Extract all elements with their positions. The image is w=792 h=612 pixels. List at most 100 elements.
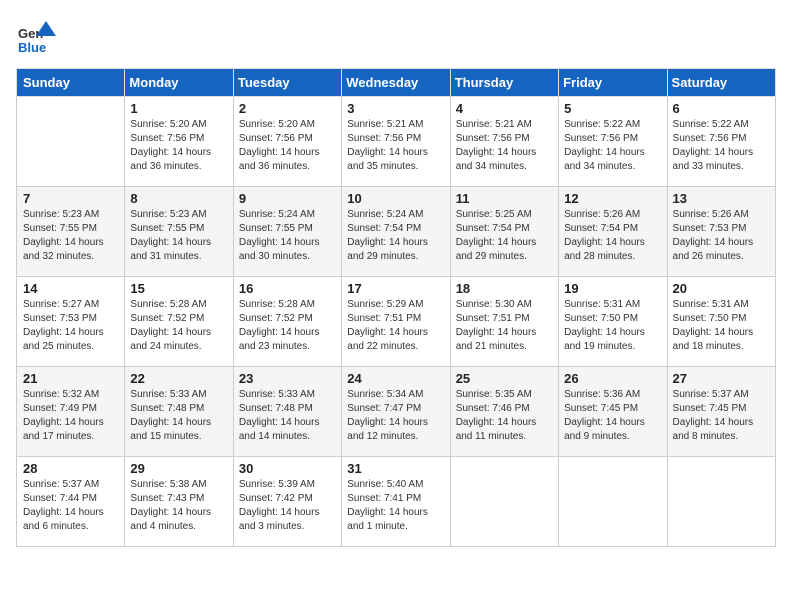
weekday-header-sunday: Sunday — [17, 69, 125, 97]
day-number: 19 — [564, 281, 661, 296]
day-info: Sunrise: 5:26 AMSunset: 7:53 PMDaylight:… — [673, 208, 770, 264]
day-info: Sunrise: 5:21 AMSunset: 7:56 PMDaylight:… — [456, 118, 553, 174]
day-number: 21 — [23, 371, 119, 386]
logo-icon: Gen Blue — [16, 16, 56, 56]
calendar-cell: 16 Sunrise: 5:28 AMSunset: 7:52 PMDayligh… — [233, 277, 341, 367]
day-info: Sunrise: 5:30 AMSunset: 7:51 PMDaylight:… — [456, 298, 553, 354]
calendar-cell: 20 Sunrise: 5:31 AMSunset: 7:50 PMDayligh… — [667, 277, 775, 367]
weekday-header-friday: Friday — [559, 69, 667, 97]
day-info: Sunrise: 5:37 AMSunset: 7:44 PMDaylight:… — [23, 478, 119, 534]
calendar-cell: 2 Sunrise: 5:20 AMSunset: 7:56 PMDaylight… — [233, 97, 341, 187]
day-info: Sunrise: 5:23 AMSunset: 7:55 PMDaylight:… — [130, 208, 227, 264]
calendar-week-4: 21 Sunrise: 5:32 AMSunset: 7:49 PMDayligh… — [17, 367, 776, 457]
calendar-cell: 6Sunrise: 5:22 AMSunset: 7:56 PMDaylight… — [667, 97, 775, 187]
weekday-header-wednesday: Wednesday — [342, 69, 450, 97]
day-number: 9 — [239, 191, 336, 206]
day-number: 20 — [673, 281, 770, 296]
day-info: Sunrise: 5:20 AMSunset: 7:56 PMDaylight:… — [130, 118, 227, 174]
calendar-cell: 3 Sunrise: 5:21 AMSunset: 7:56 PMDaylight… — [342, 97, 450, 187]
day-number: 1 — [130, 101, 227, 116]
calendar-cell: 10Sunrise: 5:24 AMSunset: 7:54 PMDayligh… — [342, 187, 450, 277]
day-number: 4 — [456, 101, 553, 116]
day-number: 6 — [673, 101, 770, 116]
page-header: Gen Blue — [16, 16, 776, 56]
calendar-cell: 27 Sunrise: 5:37 AMSunset: 7:45 PMDayligh… — [667, 367, 775, 457]
calendar-cell: 17Sunrise: 5:29 AMSunset: 7:51 PMDayligh… — [342, 277, 450, 367]
calendar-cell: 7Sunrise: 5:23 AMSunset: 7:55 PMDaylight… — [17, 187, 125, 277]
weekday-header-tuesday: Tuesday — [233, 69, 341, 97]
day-number: 2 — [239, 101, 336, 116]
day-number: 10 — [347, 191, 444, 206]
day-number: 30 — [239, 461, 336, 476]
calendar-week-3: 14Sunrise: 5:27 AMSunset: 7:53 PMDayligh… — [17, 277, 776, 367]
calendar-cell: 24 Sunrise: 5:34 AMSunset: 7:47 PMDayligh… — [342, 367, 450, 457]
svg-text:Blue: Blue — [18, 40, 46, 55]
day-number: 11 — [456, 191, 553, 206]
day-info: Sunrise: 5:38 AMSunset: 7:43 PMDaylight:… — [130, 478, 227, 534]
day-info: Sunrise: 5:31 AMSunset: 7:50 PMDaylight:… — [673, 298, 770, 354]
weekday-header-row: SundayMondayTuesdayWednesdayThursdayFrid… — [17, 69, 776, 97]
calendar-week-1: 1 Sunrise: 5:20 AMSunset: 7:56 PMDaylight… — [17, 97, 776, 187]
calendar-cell: 29 Sunrise: 5:38 AMSunset: 7:43 PMDayligh… — [125, 457, 233, 547]
calendar-cell: 26 Sunrise: 5:36 AMSunset: 7:45 PMDayligh… — [559, 367, 667, 457]
day-number: 31 — [347, 461, 444, 476]
day-number: 22 — [130, 371, 227, 386]
calendar-cell: 8 Sunrise: 5:23 AMSunset: 7:55 PMDaylight… — [125, 187, 233, 277]
calendar-cell: 18Sunrise: 5:30 AMSunset: 7:51 PMDayligh… — [450, 277, 558, 367]
weekday-header-monday: Monday — [125, 69, 233, 97]
calendar-cell: 28 Sunrise: 5:37 AMSunset: 7:44 PMDayligh… — [17, 457, 125, 547]
day-number: 13 — [673, 191, 770, 206]
day-number: 24 — [347, 371, 444, 386]
day-info: Sunrise: 5:26 AMSunset: 7:54 PMDaylight:… — [564, 208, 661, 264]
calendar-cell: 13 Sunrise: 5:26 AMSunset: 7:53 PMDayligh… — [667, 187, 775, 277]
day-info: Sunrise: 5:34 AMSunset: 7:47 PMDaylight:… — [347, 388, 444, 444]
calendar-cell: 31 Sunrise: 5:40 AMSunset: 7:41 PMDayligh… — [342, 457, 450, 547]
weekday-header-thursday: Thursday — [450, 69, 558, 97]
calendar-cell: 22 Sunrise: 5:33 AMSunset: 7:48 PMDayligh… — [125, 367, 233, 457]
day-info: Sunrise: 5:21 AMSunset: 7:56 PMDaylight:… — [347, 118, 444, 174]
calendar-week-5: 28 Sunrise: 5:37 AMSunset: 7:44 PMDayligh… — [17, 457, 776, 547]
day-info: Sunrise: 5:35 AMSunset: 7:46 PMDaylight:… — [456, 388, 553, 444]
calendar-cell: 25 Sunrise: 5:35 AMSunset: 7:46 PMDayligh… — [450, 367, 558, 457]
calendar-cell — [667, 457, 775, 547]
day-info: Sunrise: 5:22 AMSunset: 7:56 PMDaylight:… — [564, 118, 661, 174]
day-info: Sunrise: 5:40 AMSunset: 7:41 PMDaylight:… — [347, 478, 444, 534]
day-info: Sunrise: 5:36 AMSunset: 7:45 PMDaylight:… — [564, 388, 661, 444]
day-info: Sunrise: 5:31 AMSunset: 7:50 PMDaylight:… — [564, 298, 661, 354]
logo: Gen Blue — [16, 16, 56, 56]
day-info: Sunrise: 5:33 AMSunset: 7:48 PMDaylight:… — [130, 388, 227, 444]
day-number: 26 — [564, 371, 661, 386]
day-info: Sunrise: 5:39 AMSunset: 7:42 PMDaylight:… — [239, 478, 336, 534]
day-number: 29 — [130, 461, 227, 476]
calendar-table: SundayMondayTuesdayWednesdayThursdayFrid… — [16, 68, 776, 547]
calendar-cell: 4 Sunrise: 5:21 AMSunset: 7:56 PMDaylight… — [450, 97, 558, 187]
day-number: 16 — [239, 281, 336, 296]
calendar-cell: 1 Sunrise: 5:20 AMSunset: 7:56 PMDaylight… — [125, 97, 233, 187]
day-info: Sunrise: 5:33 AMSunset: 7:48 PMDaylight:… — [239, 388, 336, 444]
day-number: 23 — [239, 371, 336, 386]
day-number: 3 — [347, 101, 444, 116]
calendar-cell — [559, 457, 667, 547]
day-info: Sunrise: 5:29 AMSunset: 7:51 PMDaylight:… — [347, 298, 444, 354]
weekday-header-saturday: Saturday — [667, 69, 775, 97]
calendar-cell: 30 Sunrise: 5:39 AMSunset: 7:42 PMDayligh… — [233, 457, 341, 547]
day-info: Sunrise: 5:28 AMSunset: 7:52 PMDaylight:… — [130, 298, 227, 354]
day-number: 28 — [23, 461, 119, 476]
calendar-cell: 5Sunrise: 5:22 AMSunset: 7:56 PMDaylight… — [559, 97, 667, 187]
day-number: 7 — [23, 191, 119, 206]
day-number: 25 — [456, 371, 553, 386]
day-number: 8 — [130, 191, 227, 206]
calendar-cell: 23 Sunrise: 5:33 AMSunset: 7:48 PMDayligh… — [233, 367, 341, 457]
calendar-cell: 11Sunrise: 5:25 AMSunset: 7:54 PMDayligh… — [450, 187, 558, 277]
day-number: 12 — [564, 191, 661, 206]
day-info: Sunrise: 5:28 AMSunset: 7:52 PMDaylight:… — [239, 298, 336, 354]
day-info: Sunrise: 5:20 AMSunset: 7:56 PMDaylight:… — [239, 118, 336, 174]
calendar-cell: 12 Sunrise: 5:26 AMSunset: 7:54 PMDayligh… — [559, 187, 667, 277]
day-number: 27 — [673, 371, 770, 386]
day-info: Sunrise: 5:32 AMSunset: 7:49 PMDaylight:… — [23, 388, 119, 444]
calendar-cell — [450, 457, 558, 547]
calendar-cell: 21 Sunrise: 5:32 AMSunset: 7:49 PMDayligh… — [17, 367, 125, 457]
day-info: Sunrise: 5:37 AMSunset: 7:45 PMDaylight:… — [673, 388, 770, 444]
day-number: 14 — [23, 281, 119, 296]
calendar-cell: 19 Sunrise: 5:31 AMSunset: 7:50 PMDayligh… — [559, 277, 667, 367]
